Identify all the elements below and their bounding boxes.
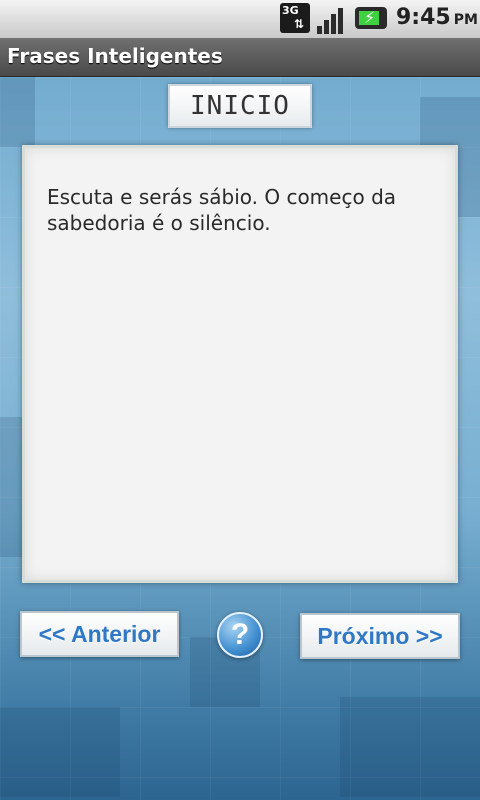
next-button[interactable]: Próximo >> [300,613,460,659]
help-button[interactable]: ? [217,612,263,658]
signal-icon [317,4,349,34]
quote-text: Escuta e serás sábio. O começo da sabedo… [47,185,397,235]
battery-charging-icon: ⚡ [355,7,387,29]
clock: 9:45 PM [396,5,478,30]
3g-data-icon: 3G ⇅ [280,3,310,33]
section-title: INICIO [168,84,312,128]
app-title: Frases Inteligentes [7,44,223,68]
app-title-bar: Frases Inteligentes [0,38,480,77]
clock-time: 9:45 [396,5,451,30]
status-bar: 3G ⇅ ⚡ 9:45 PM [0,0,480,39]
quote-panel: Escuta e serás sábio. O começo da sabedo… [22,145,458,583]
previous-button[interactable]: << Anterior [20,611,179,657]
network-type-label: 3G [282,4,299,17]
question-mark-icon: ? [230,618,250,651]
clock-ampm: PM [453,12,478,28]
